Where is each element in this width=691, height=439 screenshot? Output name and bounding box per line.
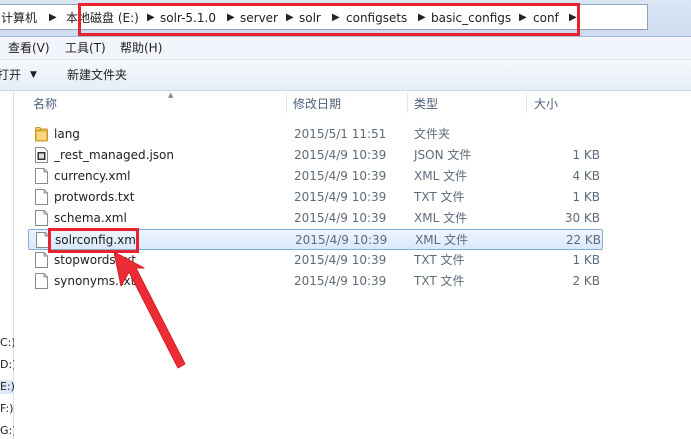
arrow-annotation-icon	[113, 251, 186, 369]
